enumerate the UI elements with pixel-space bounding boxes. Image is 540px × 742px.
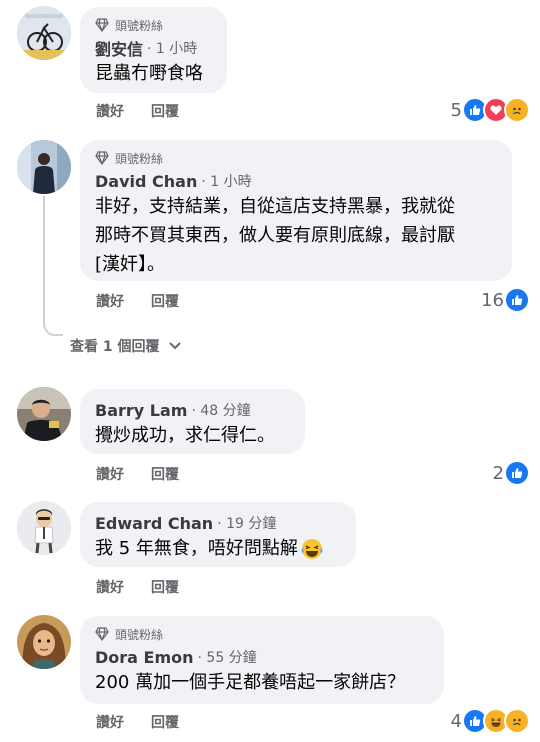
comment-time[interactable]: · 1 小時 — [147, 38, 197, 58]
sad-icon — [504, 708, 530, 734]
top-fan-badge: 頭號粉絲 — [95, 626, 429, 642]
comment-text-line: 那時不買其東西，做人要有原則底線，最討厭 — [95, 225, 455, 246]
reply-thread-line — [43, 196, 45, 320]
reactions-summary[interactable]: 2 — [493, 460, 530, 486]
reply-button[interactable]: 回覆 — [151, 464, 179, 484]
commenter-name[interactable]: Edward Chan — [95, 514, 213, 533]
avatar[interactable] — [17, 6, 71, 60]
comment-text: 我 5 年無食，唔好問點解 — [95, 538, 298, 559]
like-icon — [504, 287, 530, 313]
commenter-name[interactable]: Dora Emon — [95, 648, 194, 667]
comment-bubble: Barry Lam · 48 分鐘 攪炒成功，求仁得仁。 — [80, 389, 305, 454]
comment-time[interactable]: · 55 分鐘 — [198, 647, 257, 667]
chevron-down-icon — [168, 342, 181, 350]
like-icon — [504, 460, 530, 486]
like-button[interactable]: 讚好 — [96, 712, 124, 732]
reaction-count: 5 — [450, 99, 462, 121]
comment-time[interactable]: · 19 分鐘 — [217, 513, 276, 533]
top-fan-badge: 頭號粉絲 — [95, 150, 497, 166]
comment-bubble: 頭號粉絲 劉安信 · 1 小時 昆蟲冇嘢食咯 — [80, 7, 227, 93]
comment-text: 昆蟲冇嘢食咯 — [95, 63, 203, 84]
like-button[interactable]: 讚好 — [96, 464, 124, 484]
person-photo-icon — [17, 387, 71, 441]
comment-text: 200 萬加一個手足都養唔起一家餅店？ — [95, 672, 406, 693]
commenter-name[interactable]: 劉安信 — [95, 36, 143, 60]
comment-bubble: 頭號粉絲 Dora Emon · 55 分鐘 200 萬加一個手足都養唔起一家餅… — [80, 616, 444, 704]
comment-text: 攪炒成功，求仁得仁。 — [95, 425, 275, 446]
comment-bubble: Edward Chan · 19 分鐘 我 5 年無食，唔好問點解 — [80, 502, 356, 567]
like-button[interactable]: 讚好 — [96, 577, 124, 597]
diamond-icon — [95, 151, 109, 165]
cartoon-avatar-icon — [17, 501, 71, 555]
laughing-tears-emoji — [301, 538, 323, 559]
reply-button[interactable]: 回覆 — [151, 101, 179, 121]
reactions-summary[interactable]: 4 — [451, 708, 530, 734]
bicycle-photo-icon — [17, 6, 71, 60]
reply-button[interactable]: 回覆 — [151, 291, 179, 311]
person-photo-icon — [17, 140, 71, 194]
comment-time[interactable]: · 48 分鐘 — [191, 400, 250, 420]
portrait-painting-icon — [17, 615, 71, 669]
reply-thread-curve — [43, 320, 63, 336]
reply-button[interactable]: 回覆 — [151, 712, 179, 732]
avatar[interactable] — [17, 615, 71, 669]
top-fan-badge: 頭號粉絲 — [95, 17, 212, 33]
reaction-count: 2 — [492, 462, 504, 484]
avatar[interactable] — [17, 387, 71, 441]
reply-button[interactable]: 回覆 — [151, 577, 179, 597]
reactions-summary[interactable]: 5 — [451, 97, 530, 123]
comment-text-line: [漢奸】。 — [95, 254, 166, 275]
diamond-icon — [95, 627, 109, 641]
commenter-name[interactable]: Barry Lam — [95, 401, 187, 420]
comment-text-line: 非好，支持結業，自從這店支持黑暴，我就從 — [95, 196, 455, 217]
reactions-summary[interactable]: 16 — [481, 287, 530, 313]
diamond-icon — [95, 18, 109, 32]
like-button[interactable]: 讚好 — [96, 101, 124, 121]
avatar[interactable] — [17, 501, 71, 555]
reaction-count: 16 — [481, 289, 504, 311]
comment-bubble: 頭號粉絲 David Chan · 1 小時 非好，支持結業，自從這店支持黑暴，… — [80, 140, 512, 281]
avatar[interactable] — [17, 140, 71, 194]
comment-time[interactable]: · 1 小時 — [201, 171, 251, 191]
commenter-name[interactable]: David Chan — [95, 172, 197, 191]
view-replies-link[interactable]: 查看 1 個回覆 — [70, 336, 182, 356]
reaction-count: 4 — [450, 710, 462, 732]
sad-icon — [504, 97, 530, 123]
like-button[interactable]: 讚好 — [96, 291, 124, 311]
